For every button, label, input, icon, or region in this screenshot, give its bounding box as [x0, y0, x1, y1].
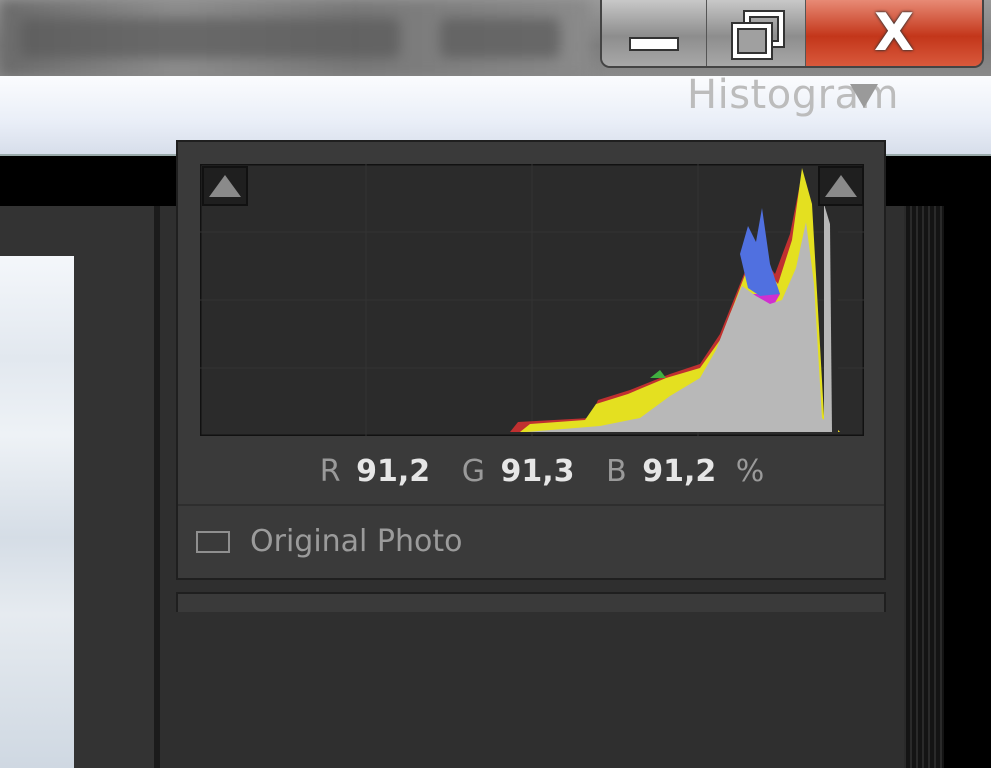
- b-label: B: [606, 454, 627, 489]
- original-photo-label: Original Photo: [250, 524, 463, 559]
- b-value: 91,2: [642, 454, 717, 489]
- maximize-button[interactable]: [707, 0, 806, 66]
- r-label: R: [319, 454, 341, 489]
- minimize-button[interactable]: [602, 0, 707, 66]
- image-view-panel: [0, 206, 154, 768]
- triangle-up-icon: [825, 175, 857, 197]
- window-controls: X: [600, 0, 984, 68]
- g-label: G: [461, 454, 485, 489]
- triangle-up-icon: [209, 175, 241, 197]
- percent-unit: %: [735, 454, 765, 489]
- r-value: 91,2: [356, 454, 431, 489]
- next-panel-header: [176, 592, 886, 612]
- triangle-down-icon[interactable]: [850, 84, 878, 108]
- g-value: 91,3: [500, 454, 575, 489]
- close-icon: X: [873, 3, 915, 63]
- blurred-tab-strip: [0, 0, 590, 76]
- close-button[interactable]: X: [806, 0, 982, 66]
- highlight-clipping-button[interactable]: [818, 166, 864, 206]
- histogram-panel: R 91,2 G 91,3 B 91,2 % Original Photo: [176, 140, 886, 580]
- panel-separator: [178, 504, 884, 506]
- photo-preview: [0, 256, 74, 768]
- original-photo-checkbox[interactable]: [196, 530, 230, 553]
- shadow-clipping-button[interactable]: [202, 166, 248, 206]
- restore-icon: [731, 10, 783, 58]
- rgb-readout: R 91,2 G 91,3 B 91,2 %: [178, 454, 884, 489]
- panel-scrollbar[interactable]: [904, 206, 944, 768]
- histogram-graph: [200, 164, 864, 436]
- original-photo-option[interactable]: Original Photo: [196, 524, 463, 559]
- window-title-bar: X: [0, 0, 991, 76]
- minimize-icon: [629, 37, 679, 51]
